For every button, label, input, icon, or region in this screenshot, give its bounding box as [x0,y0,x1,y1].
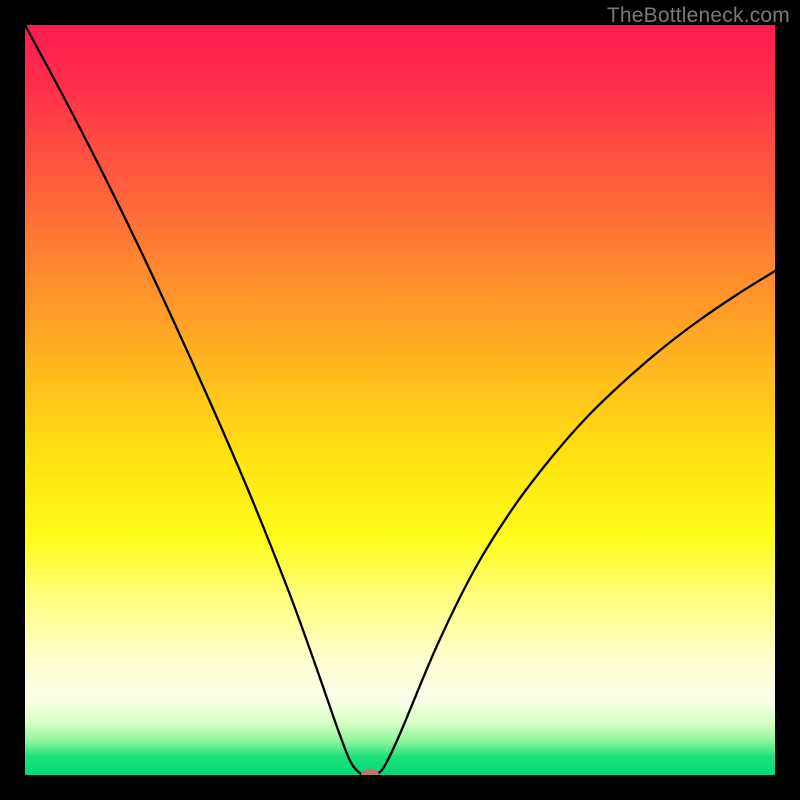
bottleneck-curve-path [25,25,775,775]
watermark-text: TheBottleneck.com [607,4,790,28]
optimal-point-marker [361,769,379,775]
plot-area [25,25,775,775]
chart-frame: TheBottleneck.com [0,0,800,800]
curve-svg [25,25,775,775]
